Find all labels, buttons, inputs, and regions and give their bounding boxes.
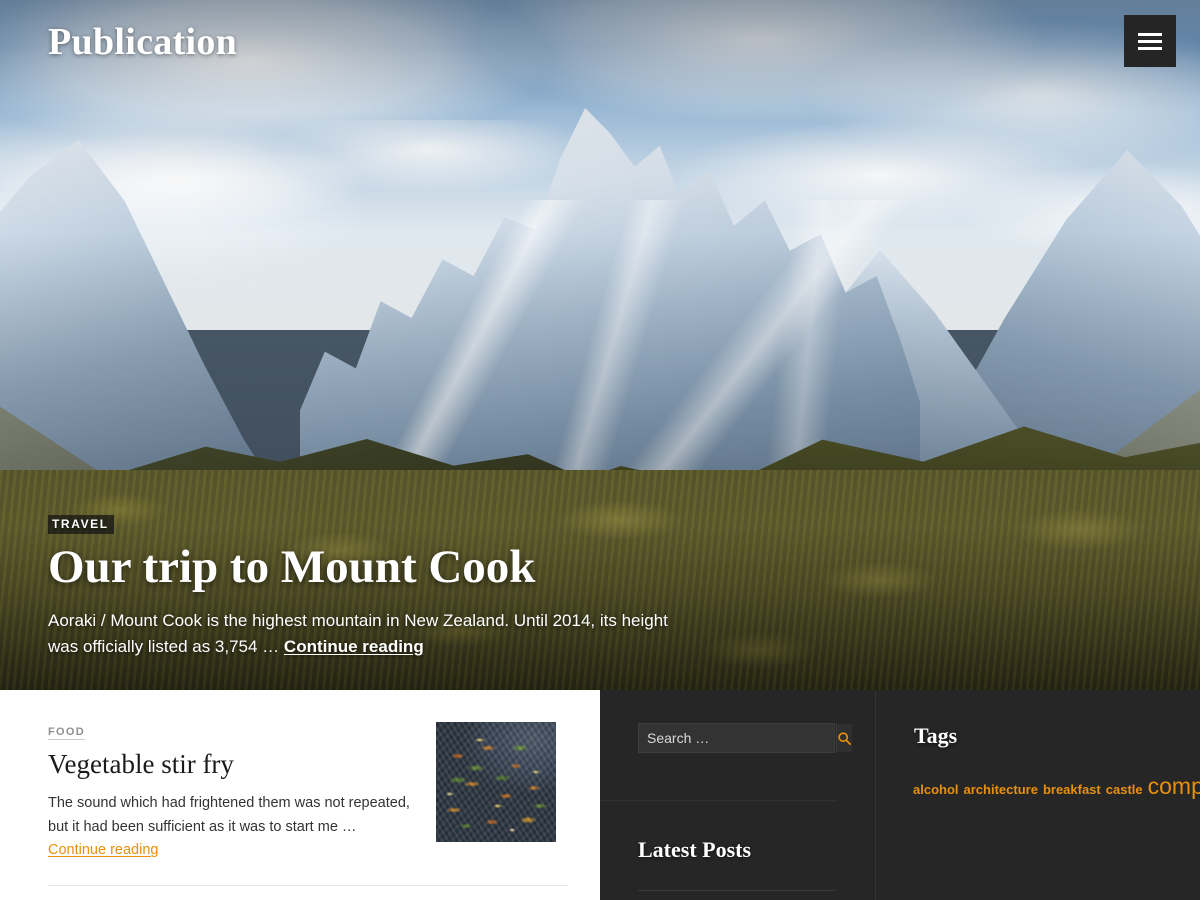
- hamburger-bar: [1138, 39, 1162, 43]
- latest-posts-widget: Latest Posts Our trip to Mount Cook: [638, 837, 838, 900]
- hamburger-bar: [1138, 46, 1162, 50]
- latest-posts-title: Latest Posts: [638, 837, 752, 862]
- widget-separator: [600, 800, 837, 801]
- hero-featured-post[interactable]: Publication TRAVEL Our trip to Mount Coo…: [0, 0, 1200, 690]
- latest-posts-rule: [638, 890, 835, 891]
- post-title[interactable]: Vegetable stir fry: [48, 749, 418, 779]
- post-excerpt-text: The sound which had frightened them was …: [48, 795, 410, 835]
- main-content-column: FOOD Vegetable stir fry The sound which …: [0, 690, 600, 900]
- hero-category-label[interactable]: TRAVEL: [48, 514, 114, 534]
- post-list-item[interactable]: FOOD Vegetable stir fry The sound which …: [0, 690, 600, 863]
- tag-cloud: alcohol architecture breakfast castle compar…: [913, 770, 1200, 803]
- sidebar: Latest Posts Our trip to Mount Cook Tags…: [600, 690, 1200, 900]
- tag-link[interactable]: architecture: [964, 782, 1038, 797]
- hero-post-title[interactable]: Our trip to Mount Cook: [48, 542, 668, 593]
- hero-continue-reading-link[interactable]: Continue reading: [284, 637, 424, 656]
- post-thumbnail-image[interactable]: [436, 722, 556, 842]
- post-divider: [48, 885, 568, 886]
- search-input[interactable]: [639, 724, 836, 752]
- search-form[interactable]: [638, 723, 852, 753]
- tag-link[interactable]: alcohol: [913, 782, 959, 797]
- tags-widget-title: Tags: [914, 723, 958, 748]
- site-header: Publication: [0, 0, 1200, 90]
- tag-link[interactable]: castle: [1106, 782, 1143, 797]
- sidebar-column-right: Tags alcohol architecture breakfast castle c…: [875, 690, 1200, 900]
- thumbnail-texture-layer: [436, 722, 556, 842]
- hamburger-bar: [1138, 32, 1162, 36]
- search-icon[interactable]: [836, 724, 852, 752]
- post-continue-reading-link[interactable]: Continue reading: [48, 842, 158, 858]
- below-hero-region: FOOD Vegetable stir fry The sound which …: [0, 690, 1200, 900]
- post-category-label[interactable]: FOOD: [48, 726, 85, 740]
- hero-post-content: TRAVEL Our trip to Mount Cook Aoraki / M…: [48, 514, 668, 660]
- tag-link[interactable]: comparison: [1148, 773, 1200, 799]
- sidebar-column-left: Latest Posts Our trip to Mount Cook: [600, 690, 875, 900]
- page-root: Publication TRAVEL Our trip to Mount Coo…: [0, 0, 1200, 900]
- post-excerpt: The sound which had frightened them was …: [48, 792, 418, 862]
- tag-link[interactable]: breakfast: [1043, 782, 1101, 797]
- hamburger-icon[interactable]: [1124, 15, 1176, 67]
- site-title[interactable]: Publication: [48, 20, 237, 64]
- post-text-block: FOOD Vegetable stir fry The sound which …: [48, 722, 418, 863]
- hero-post-excerpt: Aoraki / Mount Cook is the highest mount…: [48, 608, 668, 660]
